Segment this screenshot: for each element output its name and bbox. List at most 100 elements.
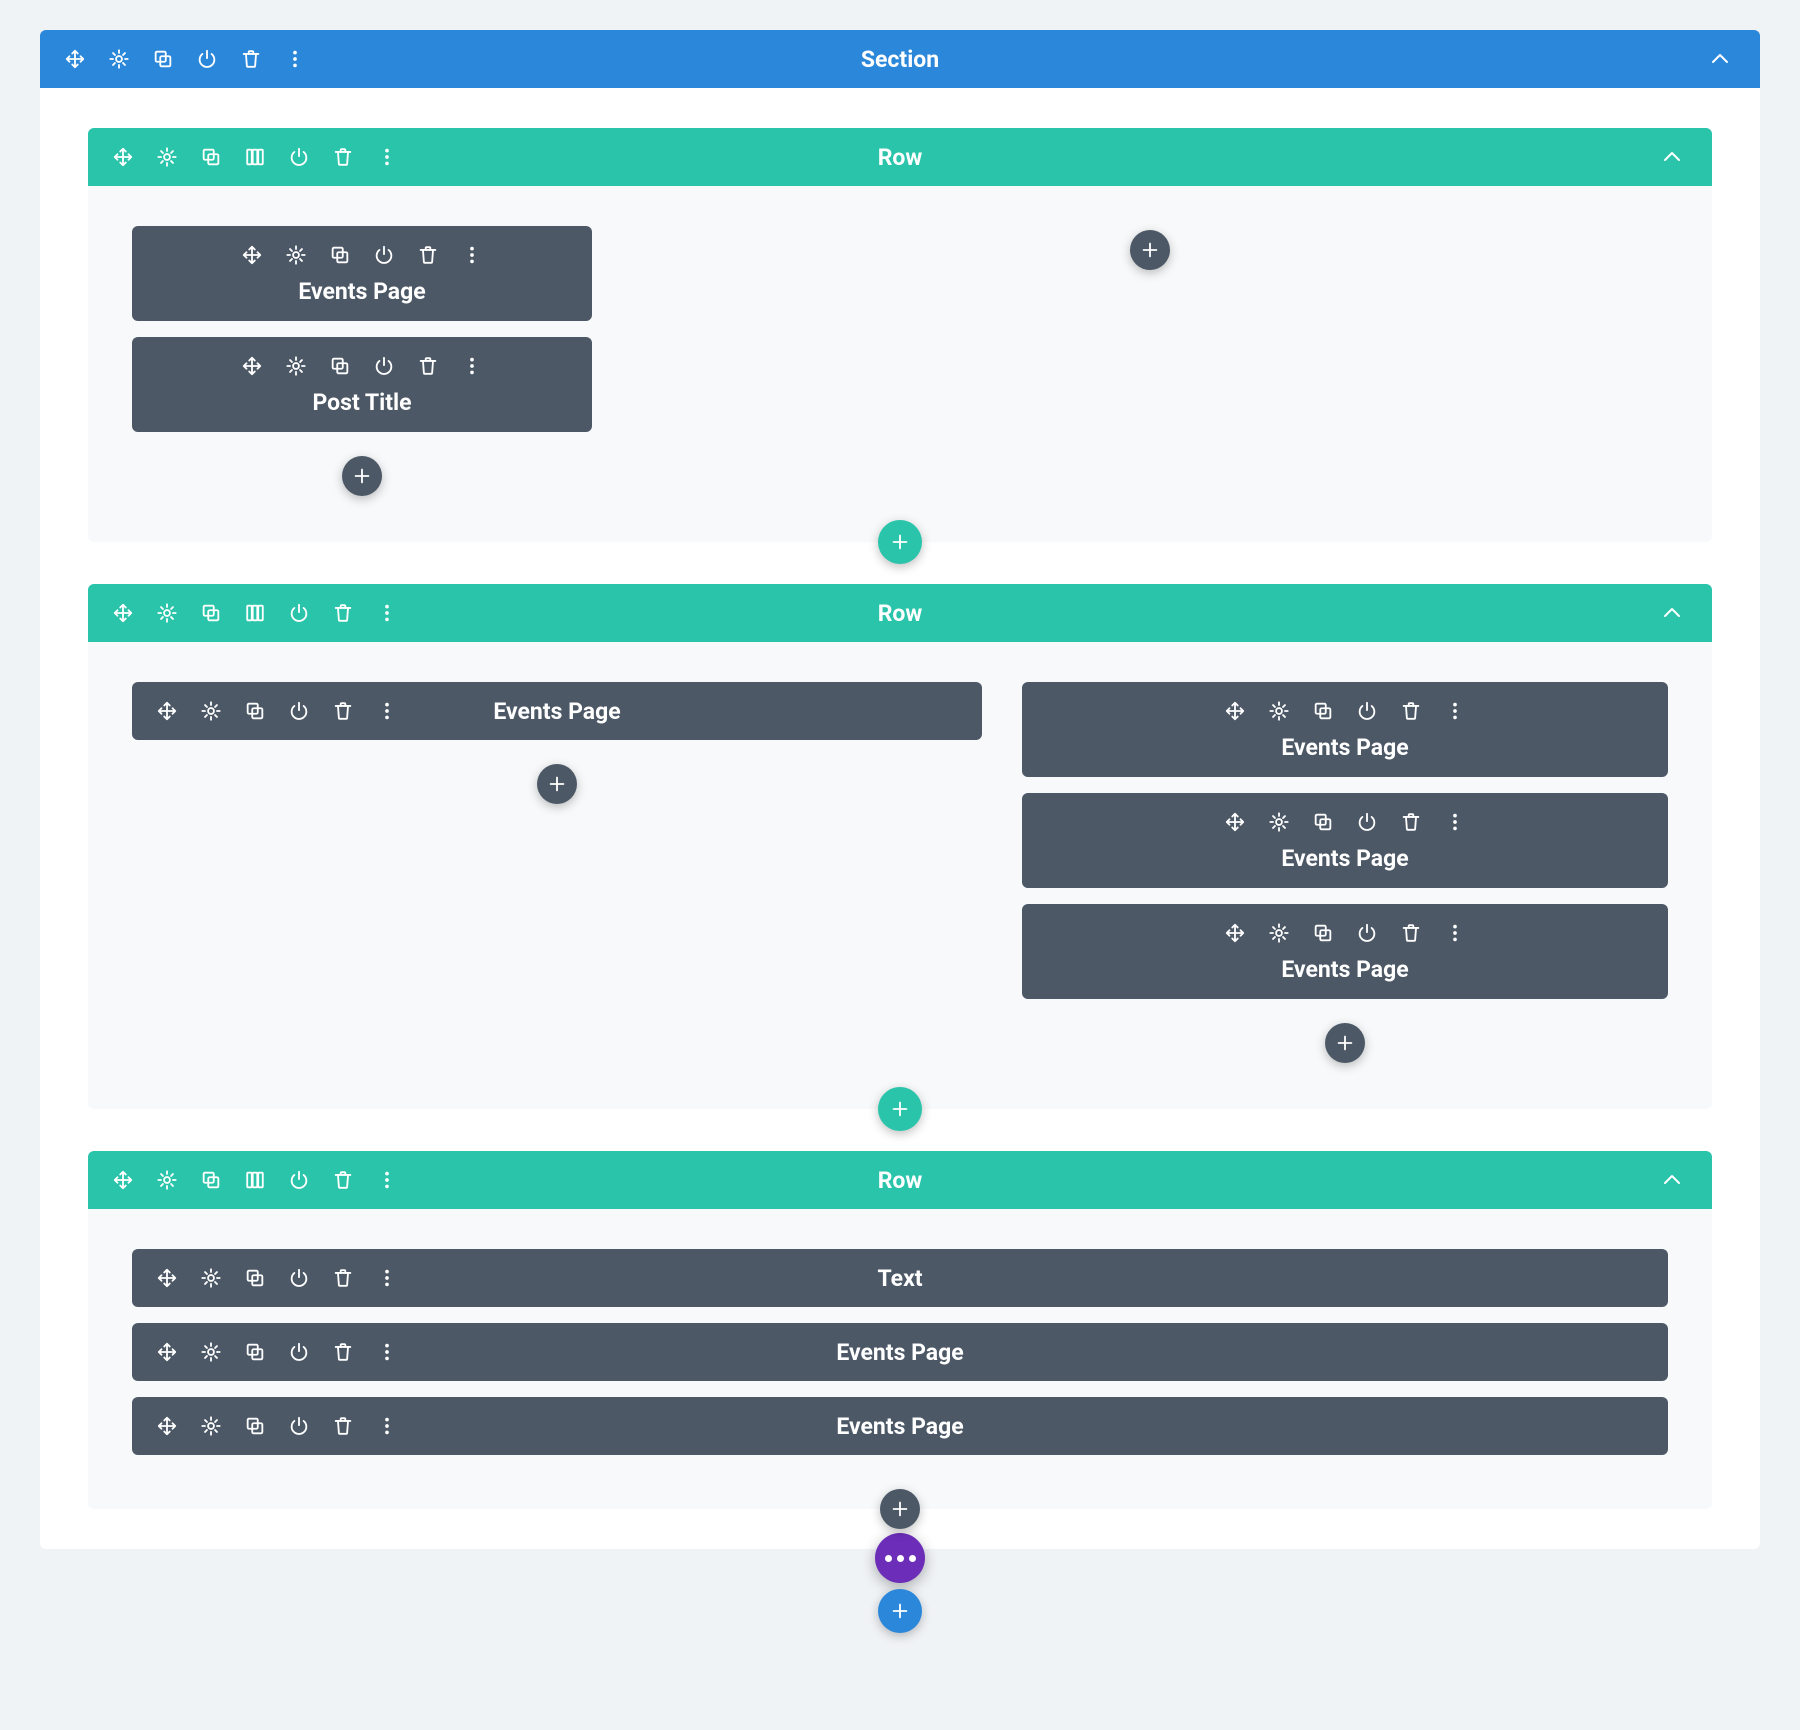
row-header: Row (88, 128, 1712, 186)
move-icon[interactable] (1224, 700, 1246, 722)
power-icon[interactable] (288, 1169, 310, 1191)
add-row-button[interactable] (878, 1087, 922, 1131)
duplicate-icon[interactable] (329, 244, 351, 266)
add-module-button[interactable] (342, 456, 382, 496)
duplicate-icon[interactable] (200, 1169, 222, 1191)
gear-icon[interactable] (285, 355, 307, 377)
more-icon[interactable] (376, 1169, 398, 1191)
duplicate-icon[interactable] (1312, 700, 1334, 722)
duplicate-icon[interactable] (329, 355, 351, 377)
collapse-icon[interactable] (1660, 1168, 1712, 1192)
duplicate-icon[interactable] (200, 146, 222, 168)
gear-icon[interactable] (156, 602, 178, 624)
power-icon[interactable] (288, 1267, 310, 1289)
builder-fab-button[interactable] (875, 1533, 925, 1583)
power-icon[interactable] (1356, 700, 1378, 722)
module: Events Page (132, 1323, 1668, 1381)
power-icon[interactable] (373, 244, 395, 266)
power-icon[interactable] (288, 1415, 310, 1437)
move-icon[interactable] (1224, 811, 1246, 833)
trash-icon[interactable] (332, 1267, 354, 1289)
trash-icon[interactable] (1400, 811, 1422, 833)
more-icon[interactable] (376, 602, 398, 624)
more-icon[interactable] (1444, 922, 1466, 944)
move-icon[interactable] (1224, 922, 1246, 944)
move-icon[interactable] (156, 700, 178, 722)
row-body: Text Events Page (88, 1209, 1712, 1509)
more-icon[interactable] (376, 146, 398, 168)
columns-icon[interactable] (244, 602, 266, 624)
more-icon[interactable] (376, 1267, 398, 1289)
add-module-button[interactable] (537, 764, 577, 804)
power-icon[interactable] (1356, 811, 1378, 833)
gear-icon[interactable] (108, 48, 130, 70)
add-section-button[interactable] (878, 1589, 922, 1633)
duplicate-icon[interactable] (152, 48, 174, 70)
move-icon[interactable] (112, 602, 134, 624)
power-icon[interactable] (196, 48, 218, 70)
more-icon[interactable] (376, 700, 398, 722)
more-icon[interactable] (1444, 811, 1466, 833)
move-icon[interactable] (156, 1267, 178, 1289)
columns-icon[interactable] (244, 1169, 266, 1191)
more-icon[interactable] (461, 355, 483, 377)
gear-icon[interactable] (156, 146, 178, 168)
power-icon[interactable] (288, 700, 310, 722)
duplicate-icon[interactable] (244, 1415, 266, 1437)
trash-icon[interactable] (332, 146, 354, 168)
trash-icon[interactable] (332, 1341, 354, 1363)
duplicate-icon[interactable] (1312, 922, 1334, 944)
trash-icon[interactable] (417, 355, 439, 377)
duplicate-icon[interactable] (244, 1267, 266, 1289)
gear-icon[interactable] (1268, 922, 1290, 944)
gear-icon[interactable] (200, 1341, 222, 1363)
duplicate-icon[interactable] (200, 602, 222, 624)
add-module-button[interactable] (1130, 230, 1170, 270)
trash-icon[interactable] (332, 700, 354, 722)
more-icon[interactable] (376, 1415, 398, 1437)
row-header: Row (88, 1151, 1712, 1209)
move-icon[interactable] (156, 1415, 178, 1437)
gear-icon[interactable] (1268, 700, 1290, 722)
more-icon[interactable] (1444, 700, 1466, 722)
power-icon[interactable] (373, 355, 395, 377)
trash-icon[interactable] (1400, 700, 1422, 722)
duplicate-icon[interactable] (1312, 811, 1334, 833)
move-icon[interactable] (241, 355, 263, 377)
add-row-button[interactable] (878, 520, 922, 564)
gear-icon[interactable] (200, 1415, 222, 1437)
collapse-icon[interactable] (1660, 145, 1712, 169)
duplicate-icon[interactable] (244, 1341, 266, 1363)
power-icon[interactable] (288, 146, 310, 168)
gear-icon[interactable] (200, 1267, 222, 1289)
trash-icon[interactable] (240, 48, 262, 70)
trash-icon[interactable] (417, 244, 439, 266)
more-icon[interactable] (284, 48, 306, 70)
trash-icon[interactable] (332, 602, 354, 624)
more-icon[interactable] (461, 244, 483, 266)
add-module-button[interactable] (880, 1489, 920, 1529)
gear-icon[interactable] (200, 700, 222, 722)
add-module-button[interactable] (1325, 1023, 1365, 1063)
gear-icon[interactable] (1268, 811, 1290, 833)
gear-icon[interactable] (285, 244, 307, 266)
section: Section Row (40, 30, 1760, 1549)
move-icon[interactable] (241, 244, 263, 266)
more-icon[interactable] (376, 1341, 398, 1363)
move-icon[interactable] (156, 1341, 178, 1363)
collapse-icon[interactable] (1660, 601, 1712, 625)
move-icon[interactable] (112, 146, 134, 168)
trash-icon[interactable] (332, 1169, 354, 1191)
trash-icon[interactable] (1400, 922, 1422, 944)
module: Events Page (132, 682, 982, 740)
power-icon[interactable] (1356, 922, 1378, 944)
power-icon[interactable] (288, 1341, 310, 1363)
collapse-icon[interactable] (1708, 47, 1760, 71)
gear-icon[interactable] (156, 1169, 178, 1191)
columns-icon[interactable] (244, 146, 266, 168)
power-icon[interactable] (288, 602, 310, 624)
move-icon[interactable] (64, 48, 86, 70)
trash-icon[interactable] (332, 1415, 354, 1437)
move-icon[interactable] (112, 1169, 134, 1191)
duplicate-icon[interactable] (244, 700, 266, 722)
